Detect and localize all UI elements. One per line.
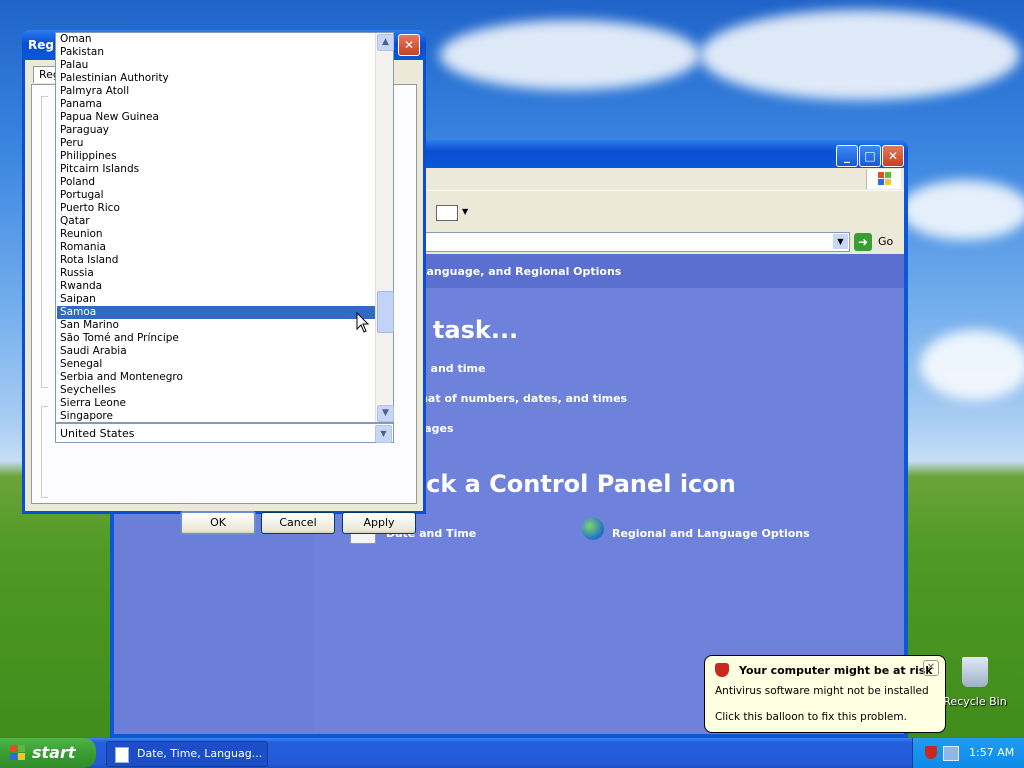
network-icon[interactable] [943, 746, 959, 761]
country-list-item[interactable]: Oman [60, 33, 376, 46]
country-list-item[interactable]: Sierra Leone [60, 397, 376, 410]
maximize-button[interactable]: □ [859, 145, 881, 167]
vertical-scrollbar[interactable]: ▲ ▼ [375, 33, 394, 422]
recycle-bin-label: Recycle Bin [943, 695, 1007, 708]
country-list-item[interactable]: Senegal [60, 358, 376, 371]
cloud [900, 180, 1024, 240]
minimize-button[interactable]: _ [836, 145, 858, 167]
cloud [440, 20, 700, 90]
go-arrow-icon: ➜ [854, 233, 872, 251]
chevron-down-icon[interactable]: ▼ [375, 425, 392, 443]
balloon-close-icon[interactable]: ✕ [923, 660, 939, 676]
country-list-item[interactable]: Panama [60, 98, 376, 111]
country-list-item[interactable]: Poland [60, 176, 376, 189]
country-list-item[interactable]: Pitcairn Islands [60, 163, 376, 176]
group-box [41, 96, 48, 388]
regional-options-label: Regional and Language Options [612, 527, 810, 540]
chevron-down-icon[interactable]: ▼ [833, 234, 848, 249]
country-list-item[interactable]: Pakistan [60, 46, 376, 59]
mouse-cursor-icon [356, 312, 370, 333]
country-list-item[interactable]: Romania [60, 241, 376, 254]
country-list-item[interactable]: Palmyra Atoll [60, 85, 376, 98]
close-button[interactable]: ✕ [882, 145, 904, 167]
go-button[interactable]: ➜ Go [854, 232, 900, 252]
views-icon[interactable]: ▼ [432, 201, 474, 223]
globe-icon [582, 518, 604, 540]
country-list-item[interactable]: Philippines [60, 150, 376, 163]
balloon-title: Your computer might be at risk [739, 664, 933, 677]
cloud [700, 10, 1020, 100]
recycle-bin[interactable]: Recycle Bin [942, 655, 1008, 708]
country-list-item[interactable]: Rota Island [60, 254, 376, 267]
country-list-item[interactable]: Papua New Guinea [60, 111, 376, 124]
country-list-item[interactable]: Paraguay [60, 124, 376, 137]
system-tray: 1:57 AM [912, 738, 1024, 768]
start-button[interactable]: start [0, 738, 96, 768]
go-label: Go [878, 235, 894, 248]
shield-icon [715, 663, 729, 677]
country-list-item[interactable]: Reunion [60, 228, 376, 241]
windows-logo-icon [866, 169, 901, 189]
country-list-item[interactable]: San Marino [60, 319, 376, 332]
country-list-item[interactable]: Portugal [60, 189, 376, 202]
country-list-item[interactable]: Saipan [60, 293, 376, 306]
dialog-title: Regional and Language Options [28, 38, 54, 52]
dialog-close-button[interactable]: ✕ [398, 34, 420, 56]
combo-value: United States [60, 427, 135, 440]
scroll-up-icon[interactable]: ▲ [377, 34, 394, 51]
country-list-item[interactable]: Samoa [57, 306, 376, 319]
cancel-button[interactable]: Cancel [261, 512, 335, 534]
taskbar-button-control-panel[interactable]: Date, Time, Languag... [106, 741, 268, 767]
country-combo[interactable]: United States ▼ [55, 423, 394, 443]
country-list-item[interactable]: São Tomé and Príncipe [60, 332, 376, 345]
start-label: start [32, 743, 76, 762]
taskbar: start Date, Time, Languag... 1:57 AM [0, 738, 1024, 768]
country-dropdown-list[interactable]: Oman Pakistan Palau Palestinian Authority Pa… [55, 32, 394, 423]
ok-button[interactable]: OK [180, 511, 256, 535]
country-list-item[interactable]: Puerto Rico [60, 202, 376, 215]
country-list-item[interactable]: Seychelles [60, 384, 376, 397]
balloon-line1: Antivirus software might not be installe… [715, 685, 929, 697]
security-balloon[interactable]: Your computer might be at risk ✕ Antivir… [704, 655, 946, 733]
country-list-item[interactable]: Russia [60, 267, 376, 280]
country-list-item[interactable]: Qatar [60, 215, 376, 228]
country-list-item[interactable]: Peru [60, 137, 376, 150]
clock: 1:57 AM [969, 746, 1015, 759]
control-panel-icon [115, 747, 129, 763]
country-list-item[interactable]: Saudi Arabia [60, 345, 376, 358]
country-list-item[interactable]: Rwanda [60, 280, 376, 293]
recycle-bin-icon [962, 657, 988, 687]
apply-button[interactable]: Apply [342, 512, 416, 534]
balloon-line2: Click this balloon to fix this problem. [715, 711, 907, 723]
windows-flag-icon [10, 745, 26, 761]
regional-options-icon-item[interactable]: Regional and Language Options [578, 516, 838, 548]
country-list-item[interactable]: Singapore [60, 410, 376, 423]
group-box [41, 406, 48, 498]
taskbar-button-label: Date, Time, Languag... [137, 747, 263, 760]
country-list-item[interactable]: Serbia and Montenegro [60, 371, 376, 384]
country-list-item[interactable]: Palestinian Authority [60, 72, 376, 85]
security-alert-icon[interactable] [925, 746, 937, 759]
country-list-item[interactable]: Palau [60, 59, 376, 72]
cloud [920, 330, 1024, 400]
scroll-down-icon[interactable]: ▼ [377, 405, 394, 422]
scroll-thumb[interactable] [377, 291, 394, 333]
